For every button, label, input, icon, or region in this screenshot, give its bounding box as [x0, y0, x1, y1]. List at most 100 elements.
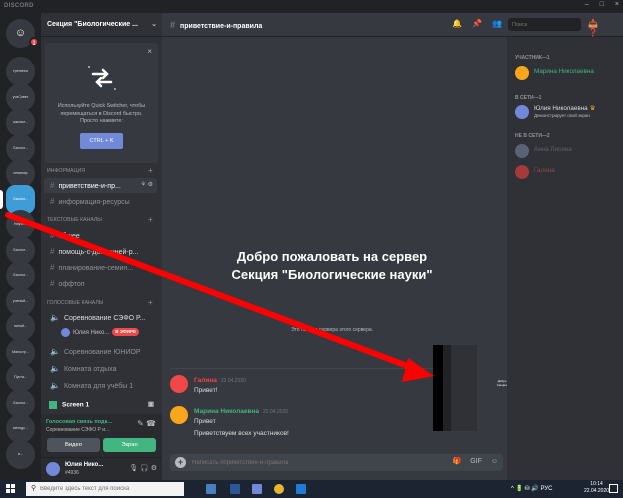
add-channel-icon[interactable]: + — [148, 298, 153, 307]
voice-channel-junior[interactable]: 🔈 Соревнование ЮНИОР — [44, 344, 157, 359]
channel-rules[interactable]: # приветствие-и-пр... ⚘ ⚙ — [44, 178, 157, 193]
members-icon[interactable]: 👥 — [492, 19, 502, 28]
category-label: текстовые каналы — [47, 217, 102, 223]
add-channel-icon[interactable]: + — [148, 215, 153, 224]
server-icon[interactable]: в... — [6, 439, 35, 469]
pin-icon[interactable]: 📌 — [472, 19, 482, 28]
quick-switcher-button[interactable]: CTRL + K — [80, 133, 123, 149]
quick-switcher-text: Используйте Quick Switcher, чтобы переме… — [57, 103, 146, 124]
channel-planning[interactable]: # планирование-семин... — [44, 260, 157, 275]
server-icon[interactable]: Биолог... — [6, 261, 35, 290]
clock[interactable]: 10:14 22.04.2020 — [584, 481, 609, 495]
avatar — [61, 327, 70, 337]
member-item[interactable]: Марина Николаевна — [515, 65, 620, 81]
windows-start-icon[interactable] — [6, 484, 16, 494]
gift-icon[interactable]: 🎁 — [453, 458, 462, 465]
server-header[interactable]: Секция "Биологические ... ⌄ — [41, 13, 162, 37]
server-icon[interactable]: Научн... — [6, 210, 35, 239]
voice-channel-label[interactable]: Соревнование СЭФО Р и... — [46, 427, 109, 433]
screen-button[interactable]: Экран — [103, 438, 156, 452]
maximize-button[interactable]: □ — [600, 1, 604, 8]
channel-resources[interactable]: # информация-ресурсы — [44, 194, 157, 209]
chrome-icon[interactable] — [274, 484, 284, 494]
search-input[interactable] — [508, 18, 581, 31]
clock-date: 22.04.2020 — [584, 488, 610, 494]
notification-icon[interactable] — [609, 484, 618, 493]
user-controls-icons[interactable]: 🎙 🎧 ⚙ — [129, 464, 157, 472]
stop-share-icon[interactable]: ▣ — [148, 400, 154, 408]
message-date: 22.04.2020 — [262, 409, 289, 415]
word-icon[interactable] — [230, 484, 240, 494]
server-icon[interactable]: тренинги — [6, 57, 35, 86]
member-name: Галина — [534, 167, 555, 174]
bell-icon[interactable]: 🔔 — [452, 19, 462, 28]
server-icon[interactable]: семинар — [6, 159, 35, 188]
add-channel-icon[interactable]: + — [148, 166, 153, 175]
voice-channel-rest[interactable]: 🔈 Комната отдыха — [44, 361, 157, 376]
member-item[interactable]: Анна Лисина — [515, 143, 620, 159]
category-voice[interactable]: голосовые каналы + — [47, 298, 153, 307]
channel-title: приветствие-и-правила — [180, 23, 263, 30]
channel-label: Комната для учёбы 1 — [63, 383, 134, 390]
message-text: Привет — [194, 418, 216, 425]
avatar[interactable] — [170, 406, 188, 424]
channel-label: общее — [58, 233, 80, 240]
member-item[interactable]: Юлия Николаевна ♛ Демонстрирует свой экра… — [515, 104, 620, 120]
app-icon[interactable] — [296, 484, 306, 494]
message-input[interactable] — [192, 456, 432, 469]
channel-sidebar: Секция "Биологические ... ⌄ × Используйт… — [41, 13, 162, 480]
member-list: УЧАСТНИК—1 Марина Николаевна В СЕТИ—1 Юл… — [507, 37, 623, 480]
member-name: Юлия Николаевна ♛ — [534, 105, 596, 112]
taskview-icon[interactable] — [206, 484, 216, 494]
channel-offtopic[interactable]: # оффтоп — [44, 276, 157, 291]
channel-settings-icon[interactable]: ⚘ ⚙ — [141, 178, 153, 193]
system-tray[interactable]: ^ 🔋 ⛁ 🔊 РУС — [511, 485, 552, 492]
member-item[interactable]: Галина — [515, 164, 620, 180]
channel-label: помощь-с-домашней-р... — [58, 249, 139, 256]
voice-user[interactable]: Юлия Нико... В ЭФИРЕ — [61, 327, 140, 339]
avatar[interactable] — [170, 375, 188, 393]
quick-switcher-card: × Используйте Quick Switcher, чтобы пере… — [45, 43, 158, 163]
channel-general[interactable]: # общее — [44, 228, 157, 243]
video-label: Видео — [65, 442, 82, 448]
server-icon[interactable]: школьн... — [6, 108, 35, 137]
close-window-button[interactable]: × — [615, 1, 619, 8]
channel-help[interactable]: # помощь-с-домашней-р... — [44, 244, 157, 259]
voice-channel-study[interactable]: 🔈 Комната для учёбы 1 — [44, 378, 157, 393]
speaker-icon: 🔈 — [50, 381, 60, 390]
chat-area: # приветствие-и-правила 🔔 📌 👥 📥 ❓ Добро п… — [162, 13, 623, 480]
disconnect-icon[interactable]: ✎ ☎ — [137, 419, 156, 428]
help-icon[interactable]: ❓ — [588, 28, 598, 37]
emoji-icon[interactable]: ☺ — [491, 458, 498, 465]
server-icon[interactable]: Пуста... — [6, 363, 35, 392]
window-controls: – □ × — [576, 1, 619, 8]
voice-channel-sefo[interactable]: 🔈 Соревнование СЭФО Р... — [44, 310, 157, 325]
live-badge: В ЭФИРЕ — [112, 328, 140, 337]
video-button[interactable]: Видео — [47, 438, 100, 452]
channel-label: Комната отдыха — [63, 366, 117, 373]
member-status: Демонстрирует свой экран — [534, 113, 590, 118]
gif-button[interactable]: GIF — [470, 458, 482, 465]
inbox-icon[interactable]: 📥 — [588, 19, 598, 28]
channel-label: приветствие-и-пр... — [58, 183, 121, 190]
discord-taskbar-icon[interactable] — [252, 484, 262, 494]
server-rail: ☺ 1 тренинги учеСовет школьн... Биолог... се… — [0, 13, 41, 480]
category-info[interactable]: информация + — [47, 166, 153, 175]
avatar[interactable] — [46, 462, 60, 476]
server-icon[interactable]: пятый... — [6, 312, 35, 341]
user-panel: Юлия Нико... #4936 🎙 🎧 ⚙ — [41, 458, 162, 480]
channel-label: информация-ресурсы — [58, 199, 130, 206]
minimize-button[interactable]: – — [585, 1, 589, 8]
taskbar-search-input[interactable] — [26, 482, 184, 496]
screen-share-bar[interactable]: Screen 1 ▣ — [41, 396, 162, 414]
voice-user-name: Юлия Нико... — [73, 330, 110, 336]
attach-button[interactable]: + — [175, 457, 186, 468]
server-icon[interactable]: методс... — [6, 414, 35, 443]
speaker-icon: 🔈 — [50, 347, 60, 356]
message-author[interactable]: Марина Николаевна 22.04.2020 — [194, 408, 288, 415]
category-text[interactable]: текстовые каналы + — [47, 215, 153, 224]
message-author[interactable]: Галина 22.04.2020 — [194, 377, 246, 384]
close-icon[interactable]: × — [147, 47, 152, 56]
message-text: Привет! — [194, 387, 218, 394]
hash-icon: # — [170, 20, 176, 30]
